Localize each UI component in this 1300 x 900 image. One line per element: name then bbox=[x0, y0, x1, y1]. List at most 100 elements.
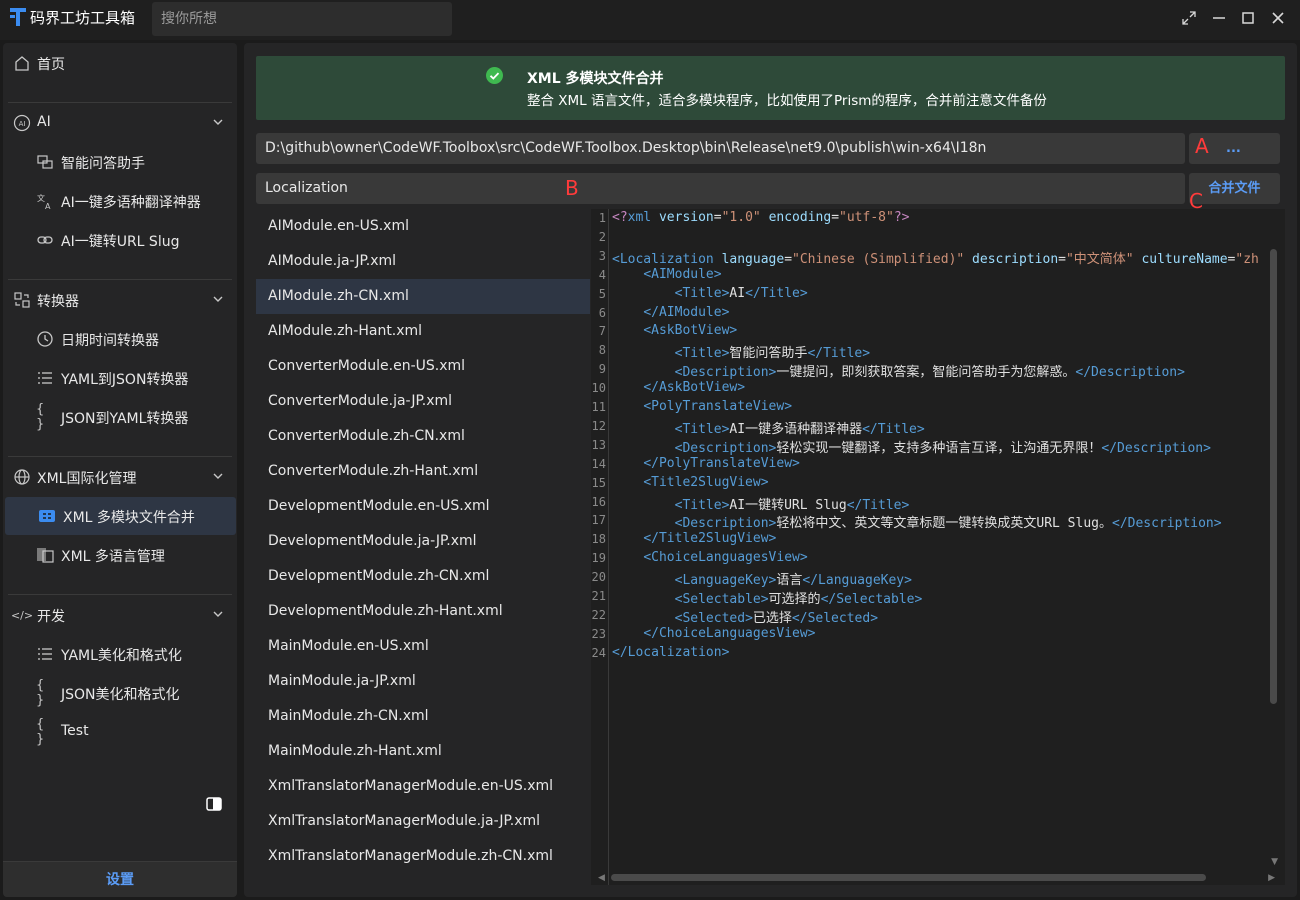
sidebar-item-json-format[interactable]: { } JSON美化和格式化 bbox=[3, 674, 237, 712]
sidebar-item-xml-languages[interactable]: XML 多语言管理 bbox=[3, 536, 237, 574]
line-number: 17 bbox=[591, 513, 606, 528]
sidebar-item-ask-bot[interactable]: 智能问答助手 bbox=[3, 143, 237, 181]
sidebar-divider bbox=[8, 456, 232, 457]
file-list-item[interactable]: XmlTranslatorManagerModule.zh-CN.xml bbox=[256, 839, 590, 874]
file-list-item[interactable]: DevelopmentModule.zh-Hant.xml bbox=[256, 594, 590, 629]
code-token: 轻松实现一键翻译，支持多种语言互译，让沟通无界限！ bbox=[776, 440, 1102, 456]
vertical-scrollbar[interactable] bbox=[1270, 249, 1277, 704]
panel-toggle-icon[interactable] bbox=[206, 797, 222, 811]
app-logo-icon bbox=[10, 8, 26, 26]
file-list-item[interactable]: ConverterModule.en-US.xml bbox=[256, 349, 590, 384]
scroll-down-icon[interactable]: ▼ bbox=[1271, 857, 1278, 867]
file-list-item[interactable]: MainModule.en-US.xml bbox=[256, 629, 590, 664]
close-icon[interactable] bbox=[1268, 8, 1288, 28]
directory-path-input[interactable]: D:\github\owner\CodeWF.Toolbox\src\CodeW… bbox=[256, 133, 1185, 164]
sidebar-item-yaml-format[interactable]: YAML美化和格式化 bbox=[3, 635, 237, 673]
clock-icon bbox=[37, 331, 53, 347]
sidebar-item-url-slug[interactable]: AI一键转URL Slug bbox=[3, 221, 237, 259]
sidebar-item-poly-translate[interactable]: 文A AI一键多语种翻译神器 bbox=[3, 182, 237, 220]
line-number: 23 bbox=[591, 626, 606, 641]
code-token: = bbox=[713, 210, 722, 225]
scroll-left-icon[interactable]: ◀ bbox=[598, 873, 605, 883]
main-panel: XML 多模块文件合并 整合 XML 语言文件，适合多模块程序，比如使用了Pri… bbox=[244, 43, 1297, 897]
sidebar-item-datetime[interactable]: 日期时间转换器 bbox=[3, 320, 237, 358]
code-token: 智能问答助手 bbox=[729, 346, 808, 362]
chevron-down-icon bbox=[213, 296, 223, 302]
app-title: 码界工坊工具箱 bbox=[30, 9, 136, 27]
sidebar-item-xml-merge[interactable]: XML 多模块文件合并 bbox=[5, 497, 236, 535]
file-list-item[interactable]: ConverterModule.ja-JP.xml bbox=[256, 384, 590, 419]
merge-files-label: 合并文件 bbox=[1208, 181, 1261, 196]
file-list-item[interactable]: AIModule.zh-CN.xml bbox=[256, 279, 590, 314]
sidebar: 首页 AI AI 智能问答助手 文A AI一键多语种翻译神器 AI一键转URL … bbox=[3, 43, 237, 897]
code-line: </ChoiceLanguagesView> bbox=[612, 626, 815, 641]
sidebar-group-ai[interactable]: AI AI bbox=[3, 104, 237, 142]
file-list-item[interactable]: DevelopmentModule.en-US.xml bbox=[256, 489, 590, 524]
maximize-icon[interactable] bbox=[1238, 8, 1258, 28]
line-number: 16 bbox=[591, 494, 606, 509]
minimize-icon[interactable] bbox=[1209, 8, 1229, 28]
line-number: 10 bbox=[591, 381, 606, 396]
sidebar-group-converter[interactable]: 转换器 bbox=[3, 281, 237, 319]
code-token: <Localization bbox=[612, 251, 722, 267]
globe-icon bbox=[14, 469, 30, 485]
output-name-input[interactable]: Localization B bbox=[256, 173, 1185, 204]
scroll-right-icon[interactable]: ▶ bbox=[1268, 873, 1275, 883]
fullscreen-icon[interactable] bbox=[1179, 8, 1199, 28]
code-token: <Description> bbox=[674, 516, 777, 532]
file-list-item[interactable]: AIModule.en-US.xml bbox=[256, 209, 590, 244]
sidebar-item-test[interactable]: { } Test bbox=[3, 713, 237, 751]
browse-button-label: ... bbox=[1226, 141, 1241, 156]
line-number: 4 bbox=[598, 267, 606, 282]
code-token: <LanguageKey> bbox=[674, 573, 777, 589]
code-line: <Title>AI</Title> bbox=[612, 286, 808, 301]
browse-button[interactable]: A ... bbox=[1189, 133, 1280, 164]
code-token: = bbox=[784, 251, 793, 267]
file-list-item[interactable]: AIModule.zh-Hant.xml bbox=[256, 314, 590, 349]
search-input[interactable] bbox=[152, 2, 452, 36]
sidebar-item-json-to-yaml[interactable]: { } JSON到YAML转换器 bbox=[3, 398, 237, 436]
xml-editor[interactable]: 1 2 3 4 5 6 7 8 9 10 11 12 13 14 15 16 17 18 19 20 21 22 23 24 … bbox=[591, 209, 1285, 885]
sidebar-group-dev[interactable]: </> 开发 bbox=[3, 596, 237, 634]
sidebar-item-home[interactable]: 首页 bbox=[3, 44, 237, 82]
merge-files-button[interactable]: 合并文件 C bbox=[1189, 173, 1280, 213]
link-icon bbox=[37, 236, 53, 244]
sidebar-group-xml-i18n[interactable]: XML国际化管理 bbox=[3, 458, 237, 496]
file-list-item[interactable]: MainModule.zh-CN.xml bbox=[256, 699, 590, 734]
code-token: <Title> bbox=[674, 346, 730, 362]
file-list-item[interactable]: AIModule.ja-JP.xml bbox=[256, 244, 590, 279]
file-list: AIModule.en-US.xml AIModule.ja-JP.xml AIMo… bbox=[256, 209, 590, 885]
code-token: encoding bbox=[768, 210, 832, 225]
file-list-item[interactable]: DevelopmentModule.ja-JP.xml bbox=[256, 524, 590, 559]
file-list-item[interactable]: ConverterModule.zh-Hant.xml bbox=[256, 454, 590, 489]
line-number: 18 bbox=[591, 532, 606, 547]
file-list-item[interactable]: XmlTranslatorManagerModule.en-US.xml bbox=[256, 769, 590, 804]
file-list-item[interactable]: XmlTranslatorManagerModule.ja-JP.xml bbox=[256, 804, 590, 839]
file-list-item[interactable]: MainModule.ja-JP.xml bbox=[256, 664, 590, 699]
code-token: </Description> bbox=[1101, 440, 1211, 456]
code-token: <Description> bbox=[674, 440, 777, 456]
line-number: 2 bbox=[598, 229, 606, 244]
settings-button[interactable]: 设置 bbox=[3, 861, 237, 897]
code-token: AI一键转URL Slug bbox=[729, 497, 847, 513]
code-token: <ChoiceLanguagesView> bbox=[643, 550, 808, 566]
code-token: </Localization> bbox=[612, 644, 730, 660]
file-list-item[interactable]: ConverterModule.zh-CN.xml bbox=[256, 419, 590, 454]
line-number: 20 bbox=[591, 570, 606, 585]
braces-icon: { } bbox=[36, 678, 45, 708]
code-token: </Description> bbox=[1075, 365, 1185, 381]
sidebar-item-yaml-to-json[interactable]: YAML到JSON转换器 bbox=[3, 359, 237, 397]
line-number: 8 bbox=[598, 343, 606, 358]
file-list-item[interactable]: MainModule.zh-Hant.xml bbox=[256, 734, 590, 769]
file-list-item[interactable]: DevelopmentModule.zh-CN.xml bbox=[256, 559, 590, 594]
horizontal-scrollbar[interactable] bbox=[611, 874, 1206, 881]
list-icon bbox=[38, 372, 52, 384]
